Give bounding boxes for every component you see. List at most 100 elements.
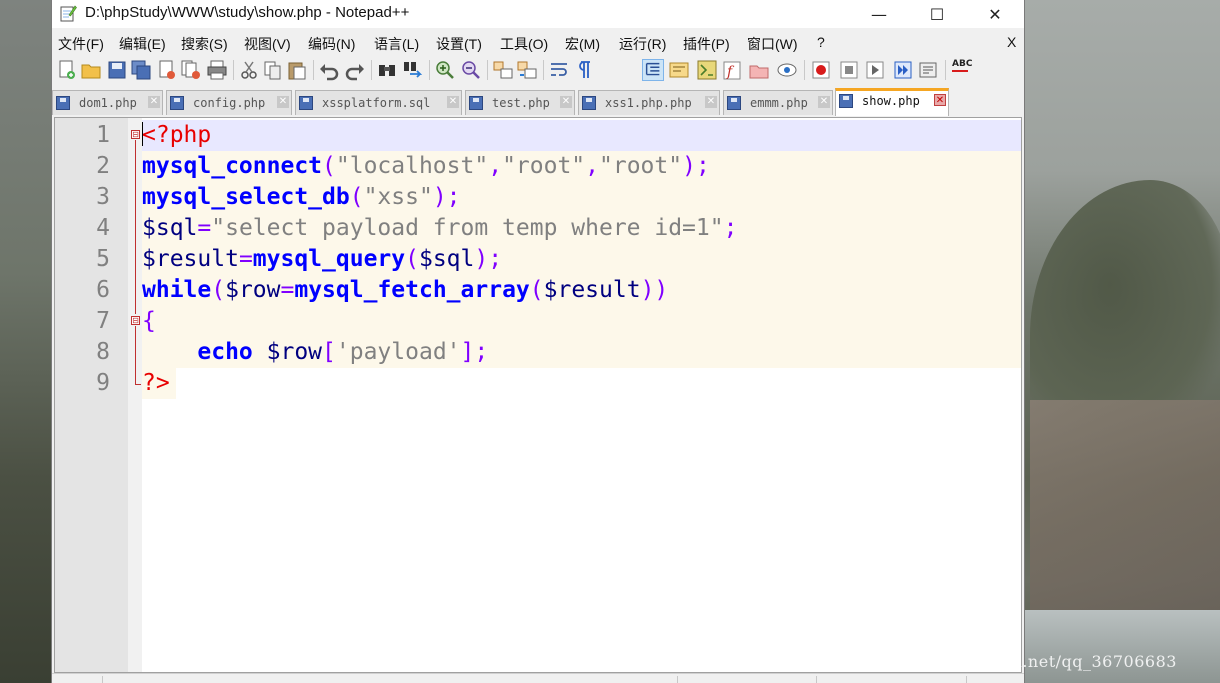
menu-encoding[interactable]: 编码(N) — [308, 34, 355, 54]
menu-tools[interactable]: 工具(O) — [500, 34, 548, 54]
save-icon[interactable] — [106, 59, 128, 81]
tab-close-icon[interactable]: ✕ — [277, 96, 289, 108]
watermark-url: https://blog.csdn.net/qq_36706683 — [878, 652, 1177, 671]
menu-view[interactable]: 视图(V) — [244, 34, 291, 54]
tab-dom1-php[interactable]: dom1.php ✕ — [52, 90, 163, 115]
code-line[interactable]: { — [142, 306, 1021, 337]
code-area[interactable]: <?php mysql_connect("localhost","root","r… — [142, 118, 1021, 672]
undo-icon[interactable] — [318, 59, 340, 81]
menu-run[interactable]: 运行(R) — [619, 34, 666, 54]
menu-language[interactable]: 语言(L) — [374, 34, 419, 54]
paste-icon[interactable] — [286, 59, 308, 81]
open-file-icon[interactable] — [80, 59, 102, 81]
fold-end-marker — [135, 384, 141, 385]
code-line[interactable]: mysql_connect("localhost","root","root")… — [142, 151, 1021, 182]
indent-guide-icon[interactable] — [642, 59, 664, 81]
print-icon[interactable] — [206, 59, 228, 81]
monitor-icon[interactable] — [776, 59, 798, 81]
tab-xss1-php-php[interactable]: xss1.php.php ✕ — [578, 90, 720, 115]
fold-toggle-icon[interactable]: ⊟ — [131, 130, 140, 139]
code-token-str: "localhost" — [335, 153, 489, 179]
udl-icon[interactable] — [668, 59, 690, 81]
code-line[interactable]: mysql_select_db("xss"); — [142, 182, 1021, 213]
code-token-op: = — [197, 215, 212, 241]
code-token-punct: ( — [211, 277, 226, 303]
tab-show-php[interactable]: show.php ✕ — [835, 88, 949, 116]
menu-macro[interactable]: 宏(M) — [565, 34, 600, 54]
sync-horizontal-icon[interactable] — [516, 59, 538, 81]
code-token-kw: while — [142, 277, 212, 303]
tab-test-php[interactable]: test.php ✕ — [465, 90, 575, 115]
code-editor[interactable]: 1 2 3 4 5 6 7 8 9 ⊟ ⊟ <?php mysql_connect… — [54, 117, 1022, 673]
record-macro-icon[interactable] — [810, 59, 832, 81]
tab-close-icon[interactable]: ✕ — [148, 96, 160, 108]
menu-file[interactable]: 文件(F) — [58, 34, 104, 54]
code-token-str: 'payload' — [335, 339, 461, 365]
menu-search[interactable]: 搜索(S) — [181, 34, 228, 54]
tab-label: emmm.php — [750, 96, 808, 110]
code-line[interactable]: $result=mysql_query($sql); — [142, 244, 1021, 275]
code-line[interactable]: ?> — [142, 368, 176, 399]
run-macro-multiple-icon[interactable] — [892, 59, 914, 81]
spell-check-icon[interactable]: ABC — [952, 59, 974, 81]
function-list-icon[interactable]: f — [722, 59, 744, 81]
save-all-icon[interactable] — [130, 59, 152, 81]
menu-plugins[interactable]: 插件(P) — [683, 34, 730, 54]
tab-close-icon[interactable]: ✕ — [447, 96, 459, 108]
show-all-chars-icon[interactable] — [572, 59, 594, 81]
stop-record-icon[interactable] — [838, 59, 860, 81]
doc-map-icon[interactable] — [696, 59, 718, 81]
save-macro-icon[interactable] — [918, 59, 940, 81]
menu-edit[interactable]: 编辑(E) — [119, 34, 166, 54]
fold-toggle-icon[interactable]: ⊟ — [131, 316, 140, 325]
close-icon[interactable] — [156, 59, 178, 81]
code-line[interactable]: while($row=mysql_fetch_array($result)) — [142, 275, 1021, 306]
zoom-in-icon[interactable] — [434, 59, 456, 81]
toolbar-separator — [804, 60, 805, 80]
tab-config-php[interactable]: config.php ✕ — [166, 90, 292, 115]
saved-file-icon — [170, 96, 184, 110]
word-wrap-icon[interactable] — [548, 59, 570, 81]
status-divider — [677, 676, 678, 683]
find-icon[interactable] — [376, 59, 398, 81]
menu-help[interactable]: ? — [817, 34, 825, 50]
line-number-gutter: 1 2 3 4 5 6 7 8 9 — [55, 118, 128, 672]
tab-xssplatform-sql[interactable]: xssplatform.sql ✕ — [295, 90, 462, 115]
folder-workspace-icon[interactable] — [748, 59, 770, 81]
title-bar[interactable]: D:\phpStudy\WWW\study\show.php - Notepad… — [52, 0, 1024, 28]
tab-close-icon[interactable]: ✕ — [934, 94, 946, 106]
tab-close-icon[interactable]: ✕ — [818, 96, 830, 108]
code-line[interactable]: echo $row['payload']; — [142, 337, 1021, 368]
maximize-button[interactable]: ☐ — [908, 0, 966, 28]
wallpaper-water — [1024, 610, 1220, 683]
menu-window[interactable]: 窗口(W) — [747, 34, 798, 54]
play-macro-icon[interactable] — [864, 59, 886, 81]
code-token-punct: ); — [432, 184, 461, 210]
code-line[interactable]: $sql="select payload from temp where id=… — [142, 213, 1021, 244]
menu-settings[interactable]: 设置(T) — [436, 34, 482, 54]
new-file-icon[interactable] — [56, 59, 78, 81]
code-token-tag: <?php — [142, 122, 212, 148]
cut-icon[interactable] — [238, 59, 260, 81]
code-token-kw: mysql_fetch_array — [294, 277, 530, 303]
copy-icon[interactable] — [262, 59, 284, 81]
notepad-plus-plus-window: D:\phpStudy\WWW\study\show.php - Notepad… — [51, 0, 1025, 683]
close-window-button[interactable]: ✕ — [966, 0, 1024, 28]
close-all-icon[interactable] — [180, 59, 202, 81]
code-line[interactable]: <?php — [142, 120, 1021, 151]
code-token-str: "root" — [502, 153, 586, 179]
code-token-kw: mysql_connect — [142, 153, 323, 179]
redo-icon[interactable] — [344, 59, 366, 81]
minimize-icon: — — [871, 4, 887, 24]
document-tab-bar: dom1.php ✕ config.php ✕ xssplatform.sql … — [52, 88, 1024, 116]
sync-vertical-icon[interactable] — [492, 59, 514, 81]
tab-emmm-php[interactable]: emmm.php ✕ — [723, 90, 833, 115]
tab-close-icon[interactable]: ✕ — [705, 96, 717, 108]
tab-label: dom1.php — [79, 96, 137, 110]
replace-icon[interactable] — [402, 59, 424, 81]
tab-close-icon[interactable]: ✕ — [560, 96, 572, 108]
zoom-out-icon[interactable] — [460, 59, 482, 81]
minimize-button[interactable]: — — [850, 0, 908, 28]
close-document-button[interactable]: X — [1007, 34, 1016, 50]
